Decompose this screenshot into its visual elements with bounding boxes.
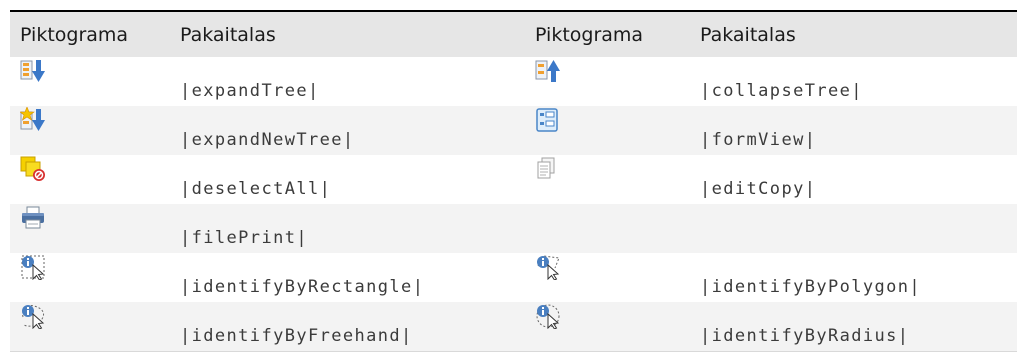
- icon-cell: [10, 204, 170, 253]
- header-icon-col-2: Piktograma: [525, 10, 690, 57]
- identify-by-radius-icon: [536, 304, 560, 329]
- icon-cell: [10, 155, 170, 204]
- icon-cell: [10, 302, 170, 352]
- empty-cell: [690, 204, 1017, 253]
- substitution-text: |collapseTree|: [700, 81, 863, 101]
- table-row: |filePrint|: [10, 204, 1017, 253]
- substitution-cell: |formView|: [690, 106, 1017, 155]
- substitution-text: |identifyByFreehand|: [180, 326, 413, 346]
- table-row: |expandNewTree| |formView|: [10, 106, 1017, 155]
- identify-by-rectangle-icon: [21, 255, 45, 280]
- icon-substitution-table: Piktograma Pakaitalas Piktograma Pakaita…: [10, 10, 1017, 352]
- table-header-row: Piktograma Pakaitalas Piktograma Pakaita…: [10, 10, 1017, 57]
- substitution-text: |expandNewTree|: [180, 130, 355, 150]
- table-row: |expandTree| |collapseTree|: [10, 57, 1017, 106]
- substitution-text: |editCopy|: [700, 179, 817, 199]
- table-row: |identifyByFreehand| |identifyByRadius|: [10, 302, 1017, 352]
- edit-copy-icon: [537, 157, 555, 179]
- substitution-cell: |identifyByPolygon|: [690, 253, 1017, 302]
- substitution-cell: |deselectAll|: [170, 155, 525, 204]
- icon-cell: [525, 155, 690, 204]
- file-print-icon: [22, 206, 44, 229]
- header-substitution-col-1: Pakaitalas: [170, 10, 525, 57]
- substitution-text: |identifyByRadius|: [700, 326, 910, 346]
- expand-tree-icon: [20, 60, 45, 82]
- identify-by-freehand-icon: [22, 305, 45, 329]
- substitution-cell: |identifyByRectangle|: [170, 253, 525, 302]
- icon-cell: [525, 106, 690, 155]
- identify-by-polygon-icon: [537, 255, 560, 280]
- substitution-cell: |filePrint|: [170, 204, 525, 253]
- substitution-cell: |editCopy|: [690, 155, 1017, 204]
- substitution-cell: |expandTree|: [170, 57, 525, 106]
- substitution-text: |identifyByPolygon|: [700, 277, 922, 297]
- collapse-tree-icon: [535, 60, 560, 82]
- form-view-icon: [536, 108, 558, 132]
- deselect-all-icon: [20, 156, 45, 181]
- table-row: |identifyByRectangle| |identifyByPolygon…: [10, 253, 1017, 302]
- icon-cell: [525, 253, 690, 302]
- icon-cell: [525, 57, 690, 106]
- header-icon-col-1: Piktograma: [10, 10, 170, 57]
- icon-cell: [10, 57, 170, 106]
- icon-cell: [10, 253, 170, 302]
- substitution-text: |formView|: [700, 130, 817, 150]
- substitution-text: |filePrint|: [180, 228, 308, 248]
- table-row: |deselectAll| |editCopy|: [10, 155, 1017, 204]
- icon-cell: [525, 302, 690, 352]
- header-substitution-col-2: Pakaitalas: [690, 10, 1017, 57]
- empty-cell: [525, 204, 690, 253]
- substitution-cell: |expandNewTree|: [170, 106, 525, 155]
- substitution-text: |expandTree|: [180, 81, 320, 101]
- icon-cell: [10, 106, 170, 155]
- expand-new-tree-icon: [20, 107, 45, 131]
- substitution-cell: |identifyByRadius|: [690, 302, 1017, 352]
- substitution-text: |identifyByRectangle|: [180, 277, 425, 297]
- substitution-cell: |identifyByFreehand|: [170, 302, 525, 352]
- substitution-cell: |collapseTree|: [690, 57, 1017, 106]
- substitution-text: |deselectAll|: [180, 179, 332, 199]
